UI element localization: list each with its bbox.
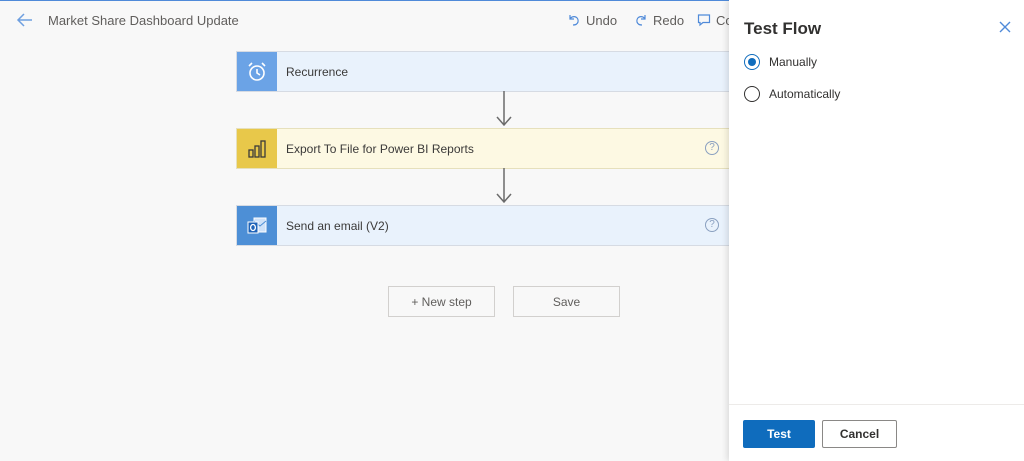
redo-label: Redo — [653, 12, 685, 28]
outlook-icon — [247, 217, 267, 233]
radio-button[interactable] — [744, 86, 760, 102]
close-icon[interactable] — [998, 20, 1012, 34]
radio-label: Automatically — [769, 87, 841, 101]
step-icon-box — [237, 206, 277, 245]
flow-title: Market Share Dashboard Update — [48, 13, 239, 28]
step-label: Export To File for Power BI Reports — [286, 141, 474, 156]
new-step-button[interactable]: + New step — [388, 286, 495, 317]
undo-label: Undo — [586, 12, 618, 28]
comment-icon — [697, 14, 711, 27]
panel-footer: Test Cancel — [729, 404, 1024, 461]
step-send-email[interactable]: Send an email (V2) ? — [236, 205, 736, 246]
help-icon[interactable]: ? — [705, 218, 719, 232]
test-flow-panel: Test Flow Manually Automatically Test Ca… — [729, 0, 1024, 461]
undo-icon — [569, 15, 579, 26]
flow-editor: Market Share Dashboard Update Undo Redo … — [0, 0, 1024, 461]
radio-manually[interactable]: Manually — [744, 53, 817, 71]
help-icon[interactable]: ? — [705, 141, 719, 155]
alarm-clock-icon — [248, 61, 266, 81]
radio-label: Manually — [769, 55, 818, 69]
undo-button[interactable]: Undo — [567, 11, 617, 29]
cancel-button[interactable]: Cancel — [822, 420, 897, 448]
radio-button-checked[interactable] — [744, 54, 760, 70]
test-button[interactable]: Test — [743, 420, 815, 448]
redo-button[interactable]: Redo — [634, 11, 684, 29]
power-bi-icon — [248, 139, 266, 158]
step-icon-box — [237, 129, 277, 168]
connector-arrow-icon — [496, 91, 512, 127]
redo-icon — [636, 15, 646, 26]
step-label: Recurrence — [286, 64, 349, 79]
save-button[interactable]: Save — [513, 286, 620, 317]
step-label: Send an email (V2) — [286, 218, 389, 233]
radio-automatically[interactable]: Automatically — [744, 85, 840, 103]
step-icon-box — [237, 52, 277, 91]
panel-title: Test Flow — [744, 19, 822, 38]
step-recurrence[interactable]: Recurrence — [236, 51, 736, 92]
back-arrow-icon[interactable] — [14, 9, 36, 31]
connector-arrow-icon — [496, 168, 512, 204]
step-export-power-bi[interactable]: Export To File for Power BI Reports ? — [236, 128, 736, 169]
comments-button[interactable]: Co — [697, 11, 733, 29]
